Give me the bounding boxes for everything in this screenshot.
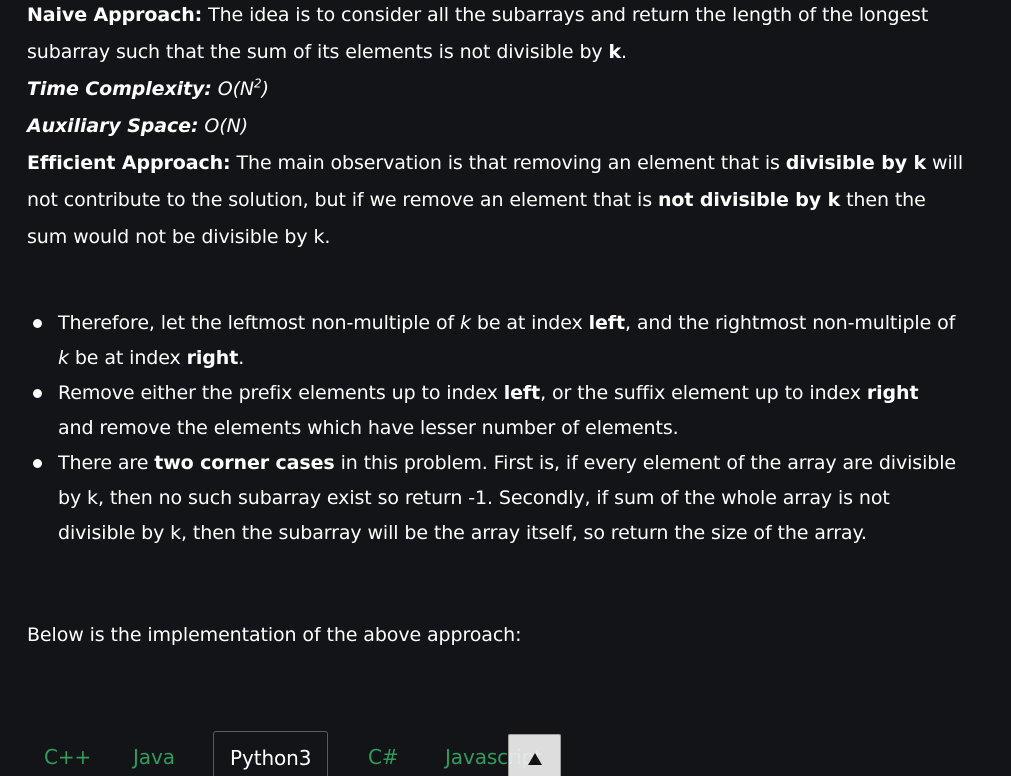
auxiliary-space-label: Auxiliary Space: bbox=[27, 115, 199, 137]
bullet-item-corner-cases: There are two corner cases in this probl… bbox=[27, 446, 957, 551]
bullet-text: , and the rightmost non-multiple of bbox=[624, 312, 956, 334]
bullet-bold-right: right bbox=[866, 382, 919, 404]
bullet-text: Therefore, let the leftmost non-multiple… bbox=[58, 312, 461, 334]
efficient-text-1: The main observation is that removing an… bbox=[230, 152, 786, 174]
bullet-text: be at index bbox=[470, 312, 589, 334]
approach-bullet-list: Therefore, let the leftmost non-multiple… bbox=[27, 306, 957, 551]
time-complexity-value-post: ) bbox=[261, 78, 269, 100]
naive-approach-label: Naive Approach: bbox=[27, 4, 203, 26]
article-content: Naive Approach: The idea is to consider … bbox=[27, 0, 967, 646]
naive-k: k bbox=[608, 41, 622, 63]
tab-java[interactable]: Java bbox=[133, 731, 175, 776]
efficient-bold-2: not divisible by k bbox=[657, 189, 841, 211]
bullet-bold-left: left bbox=[503, 382, 541, 404]
time-complexity-value-pre: O(N bbox=[211, 78, 255, 100]
bullet-italic-k: k bbox=[460, 312, 471, 334]
bullet-text: Remove either the prefix elements up to … bbox=[58, 382, 504, 404]
bullet-bold-right: right bbox=[186, 347, 239, 369]
naive-end: . bbox=[621, 41, 627, 63]
bullet-dot-icon bbox=[33, 319, 42, 328]
bullet-text: There are bbox=[58, 452, 155, 474]
time-complexity: Time Complexity: O(N2) bbox=[27, 71, 967, 108]
article-page: Naive Approach: The idea is to consider … bbox=[0, 0, 1011, 776]
bullet-italic-k: k bbox=[58, 347, 69, 369]
bullet-text: , or the suffix element up to index bbox=[540, 382, 867, 404]
bullet-dot-icon bbox=[33, 459, 42, 468]
efficient-approach-label: Efficient Approach: bbox=[27, 152, 231, 174]
tab-python3[interactable]: Python3 bbox=[213, 731, 329, 776]
tab-cpp[interactable]: C++ bbox=[44, 731, 91, 776]
bullet-bold-corner-cases: two corner cases bbox=[154, 452, 335, 474]
efficient-approach-paragraph: Efficient Approach: The main observation… bbox=[27, 145, 967, 256]
tab-csharp[interactable]: C# bbox=[368, 731, 399, 776]
auxiliary-space-value: O(N) bbox=[198, 115, 249, 137]
time-complexity-sup: 2 bbox=[254, 76, 262, 91]
bullet-text: be at index bbox=[68, 347, 187, 369]
bullet-dot-icon bbox=[33, 389, 42, 398]
auxiliary-space: Auxiliary Space: O(N) bbox=[27, 108, 967, 145]
bullet-item-leftmost: Therefore, let the leftmost non-multiple… bbox=[27, 306, 957, 376]
bullet-text: . bbox=[238, 347, 245, 369]
triangle-up-icon bbox=[528, 753, 542, 765]
efficient-bold-1: divisible by k bbox=[785, 152, 927, 174]
naive-approach-paragraph: Naive Approach: The idea is to consider … bbox=[27, 0, 967, 71]
time-complexity-label: Time Complexity: bbox=[27, 78, 212, 100]
bullet-text: and remove the elements which have lesse… bbox=[58, 417, 679, 439]
bullet-bold-left: left bbox=[588, 312, 625, 334]
scroll-to-top-button[interactable] bbox=[508, 734, 561, 776]
language-tabs: C++ Java Python3 C# Javascript bbox=[0, 731, 1011, 776]
implementation-intro: Below is the implementation of the above… bbox=[27, 624, 522, 646]
bullet-item-remove: Remove either the prefix elements up to … bbox=[27, 376, 957, 446]
